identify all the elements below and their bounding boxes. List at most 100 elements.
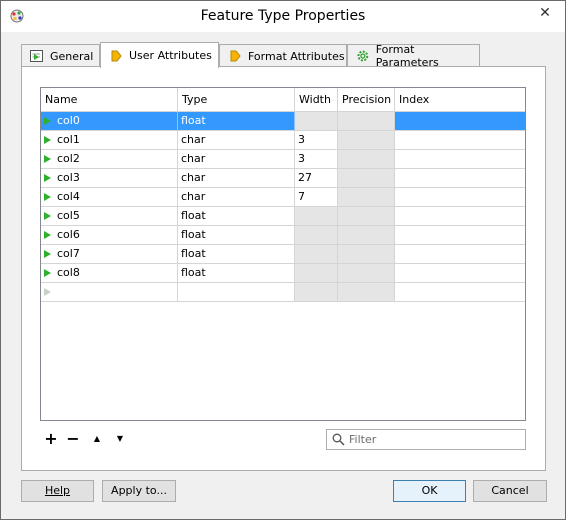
cell-precision[interactable] [338,283,395,302]
cell-name[interactable] [41,283,178,302]
cell-index[interactable] [395,188,525,207]
tab-format-attributes-label: Format Attributes [248,49,345,63]
table-row[interactable]: col2 char 3 [41,150,525,169]
apply-to-button-label: Apply to... [111,484,167,497]
table-row[interactable]: col5 float [41,207,525,226]
row-arrow-icon [44,174,51,182]
row-arrow-icon [44,193,51,201]
cell-type[interactable]: float [178,112,295,131]
table-row[interactable]: col8 float [41,264,525,283]
cell-index[interactable] [395,283,525,302]
help-button[interactable]: Help [21,480,94,502]
cell-name[interactable]: col3 [41,169,178,188]
cancel-button[interactable]: Cancel [473,480,547,502]
apply-to-button[interactable]: Apply to... [102,480,176,502]
cell-text: col8 [57,266,80,279]
cell-name[interactable]: col0 [41,112,178,131]
cell-precision[interactable] [338,112,395,131]
cell-precision[interactable] [338,188,395,207]
cell-width[interactable] [295,112,338,131]
move-up-button[interactable]: ▲ [89,431,105,447]
cell-width[interactable]: 3 [295,150,338,169]
cell-width[interactable] [295,264,338,283]
row-arrow-icon [44,117,51,125]
cell-precision[interactable] [338,150,395,169]
new-row-placeholder[interactable] [41,283,525,302]
cell-index[interactable] [395,150,525,169]
cell-index[interactable] [395,245,525,264]
row-arrow-icon [44,212,51,220]
cell-index[interactable] [395,226,525,245]
tab-format-parameters[interactable]: Format Parameters [347,43,480,69]
cell-type[interactable]: char [178,188,295,207]
cell-width[interactable] [295,245,338,264]
cell-precision[interactable] [338,169,395,188]
cell-index[interactable] [395,207,525,226]
cell-precision[interactable] [338,207,395,226]
column-header-width[interactable]: Width [295,88,338,112]
table-row[interactable]: col0 float [41,112,525,131]
add-row-button[interactable]: + [43,431,59,447]
cell-type[interactable]: float [178,207,295,226]
row-arrow-icon [44,269,51,277]
cell-name[interactable]: col2 [41,150,178,169]
cell-width[interactable]: 7 [295,188,338,207]
cell-width[interactable] [295,226,338,245]
cell-name[interactable]: col6 [41,226,178,245]
tab-user-attributes[interactable]: User Attributes [100,42,219,68]
cell-width[interactable] [295,283,338,302]
column-header-precision[interactable]: Precision [338,88,395,112]
cell-precision[interactable] [338,226,395,245]
table-row[interactable]: col7 float [41,245,525,264]
cell-precision[interactable] [338,245,395,264]
cell-name[interactable]: col1 [41,131,178,150]
close-button[interactable]: ✕ [530,1,560,25]
table-row[interactable]: col1 char 3 [41,131,525,150]
cell-name[interactable]: col5 [41,207,178,226]
filter-placeholder: Filter [349,433,377,446]
tab-format-attributes[interactable]: Format Attributes [219,44,347,67]
column-header-index[interactable]: Index [395,88,525,112]
move-down-button[interactable]: ▼ [112,431,128,447]
ok-button[interactable]: OK [393,480,466,502]
cell-type[interactable]: float [178,245,295,264]
cell-width[interactable] [295,207,338,226]
cell-text: char [181,133,206,146]
table-row[interactable]: col6 float [41,226,525,245]
tab-general-label: General [50,49,94,63]
cell-width[interactable]: 3 [295,131,338,150]
column-header-name[interactable]: Name [41,88,178,112]
cell-name[interactable]: col7 [41,245,178,264]
row-arrow-icon [44,288,51,296]
remove-row-button[interactable]: − [65,431,81,447]
cell-width[interactable]: 27 [295,169,338,188]
cell-type[interactable]: char [178,169,295,188]
cell-precision[interactable] [338,131,395,150]
cell-text: col0 [57,114,80,127]
tab-general[interactable]: General [21,44,100,67]
table-row[interactable]: col4 char 7 [41,188,525,207]
cell-type[interactable]: float [178,226,295,245]
cell-text: 27 [298,171,312,184]
table-row[interactable]: col3 char 27 [41,169,525,188]
cell-index[interactable] [395,112,525,131]
cell-precision[interactable] [338,264,395,283]
cell-type[interactable] [178,283,295,302]
cell-index[interactable] [395,131,525,150]
cell-name[interactable]: col8 [41,264,178,283]
cell-type[interactable]: float [178,264,295,283]
cell-text: col1 [57,133,80,146]
cell-index[interactable] [395,169,525,188]
row-arrow-icon [44,155,51,163]
cell-text: col6 [57,228,80,241]
cell-name[interactable]: col4 [41,188,178,207]
cell-type[interactable]: char [178,131,295,150]
cell-index[interactable] [395,264,525,283]
cell-type[interactable]: char [178,150,295,169]
title-bar[interactable]: Feature Type Properties ✕ [1,1,565,32]
filter-input[interactable]: Filter [326,429,526,450]
tag-icon [111,50,122,61]
row-arrow-icon [44,250,51,258]
column-header-type[interactable]: Type [178,88,295,112]
attributes-table[interactable]: Name Type Width Precision Index col0 floa… [40,87,526,421]
